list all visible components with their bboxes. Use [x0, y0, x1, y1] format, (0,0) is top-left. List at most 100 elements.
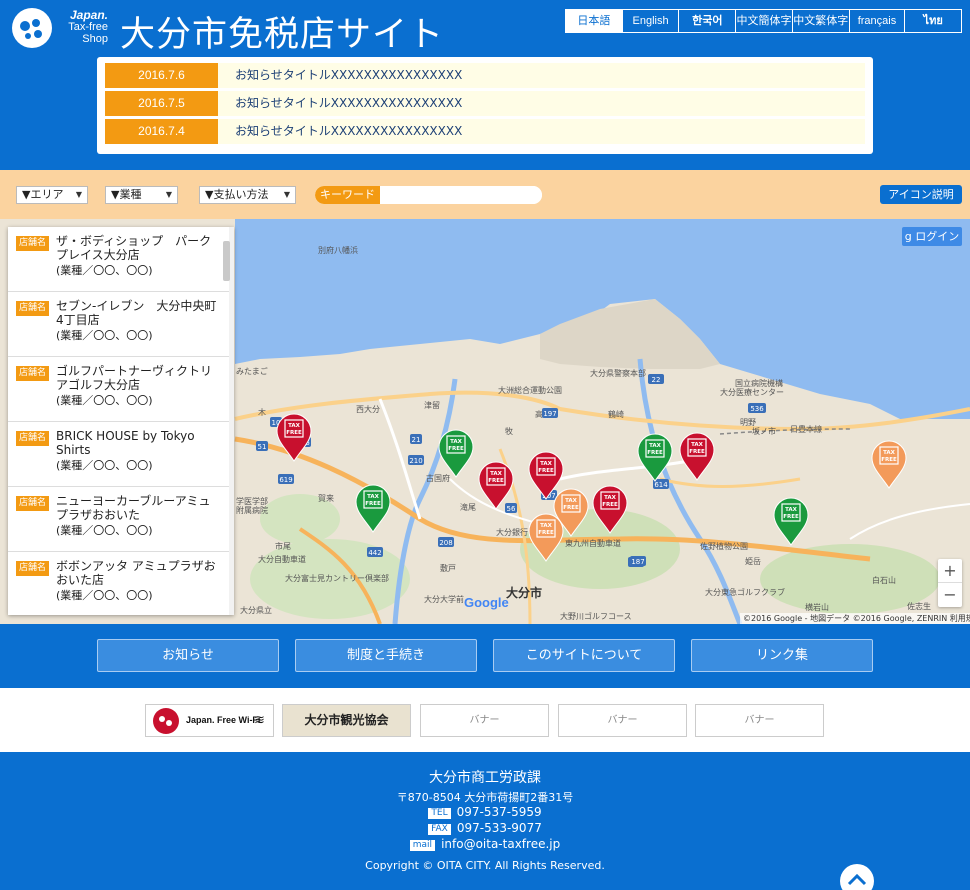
- taxfree-marker[interactable]: TAXFREE: [871, 440, 907, 489]
- shop-list-scrollbar[interactable]: [229, 227, 234, 615]
- road-number: 536: [750, 405, 764, 413]
- shop-name[interactable]: ゴルフパートナーヴィクトリアゴルフ大分店: [56, 364, 218, 392]
- keyword-input[interactable]: [380, 186, 542, 204]
- taxfree-marker[interactable]: TAXFREE: [438, 429, 474, 478]
- shop-name[interactable]: BRICK HOUSE by Tokyo Shirts: [56, 429, 218, 457]
- news-date: 2016.7.4: [105, 119, 218, 144]
- marker-label: TAX: [785, 507, 798, 513]
- news-item[interactable]: 2016.7.6 お知らせタイトルXXXXXXXXXXXXXXXX: [105, 63, 865, 88]
- news-title[interactable]: お知らせタイトルXXXXXXXXXXXXXXXX: [218, 63, 462, 88]
- taxfree-marker[interactable]: TAXFREE: [528, 451, 564, 500]
- icon-legend-button[interactable]: アイコン説明: [880, 185, 962, 204]
- chevron-up-icon: [847, 873, 867, 886]
- news-item[interactable]: 2016.7.4 お知らせタイトルXXXXXXXXXXXXXXXX: [105, 119, 865, 144]
- wifi-banner[interactable]: Japan. Free Wi-Fi ≋: [145, 704, 274, 737]
- zoom-out-button[interactable]: −: [938, 583, 962, 607]
- map-label: 佐志生: [907, 601, 931, 611]
- footer-mail: mail info@oita-taxfree.jp: [0, 837, 970, 851]
- shop-item[interactable]: 店舗名 BRICK HOUSE by Tokyo Shirts (業種／〇〇、〇…: [8, 422, 234, 487]
- marker-label: TAX: [691, 442, 704, 448]
- lang-ja[interactable]: 日本語: [566, 10, 622, 32]
- zoom-in-button[interactable]: +: [938, 559, 962, 583]
- google-logo: Google: [464, 595, 509, 610]
- shop-item[interactable]: 店舗名 ザ・ボディショップ パークプレイス大分店 (業種／〇〇、〇〇): [8, 227, 234, 292]
- site-header: Japan. Tax-free Shop 大分市免税店サイト 日本語 Engli…: [0, 0, 970, 170]
- nav-about[interactable]: このサイトについて: [493, 639, 675, 672]
- news-item[interactable]: 2016.7.5 お知らせタイトルXXXXXXXXXXXXXXXX: [105, 91, 865, 116]
- news-title[interactable]: お知らせタイトルXXXXXXXXXXXXXXXX: [218, 119, 462, 144]
- banner-placeholder[interactable]: バナー: [420, 704, 549, 737]
- marker-label: FREE: [602, 502, 618, 508]
- taxfree-marker[interactable]: TAXFREE: [773, 497, 809, 546]
- map-label: 大分富士見カントリー倶楽部: [285, 573, 389, 583]
- taxfree-marker[interactable]: TAXFREE: [679, 432, 715, 481]
- taxfree-marker[interactable]: TAXFREE: [478, 461, 514, 510]
- google-login-button[interactable]: g ログイン: [902, 227, 962, 246]
- map-label: 附属病院: [236, 505, 268, 515]
- map-label: 日豊本線: [790, 424, 822, 434]
- banner-placeholder[interactable]: バナー: [558, 704, 687, 737]
- area-select[interactable]: ▼エリア ▼: [16, 186, 88, 204]
- marker-label: TAX: [490, 471, 503, 477]
- scrollbar-thumb[interactable]: [223, 241, 230, 281]
- banner-placeholder[interactable]: バナー: [695, 704, 824, 737]
- footer-address: 〒870-8504 大分市荷揚町2番31号: [396, 791, 574, 804]
- chevron-down-icon: ▼: [283, 190, 290, 199]
- map-label: 津留: [424, 400, 440, 410]
- map-label: 市尾: [275, 541, 291, 551]
- shop-name[interactable]: ボボンアッタ アミュプラザおおいた店: [56, 559, 218, 587]
- map-label: 大分医療センター: [720, 387, 784, 397]
- shop-name[interactable]: セブン-イレブン 大分中央町4丁目店: [56, 299, 218, 327]
- mail-tag: mail: [409, 840, 436, 851]
- map-label: 坂ノ市: [752, 426, 776, 436]
- lang-zh-hans[interactable]: 中文簡体字: [735, 10, 792, 32]
- map-label: 大野川ゴルフコース: [560, 611, 632, 621]
- payment-select[interactable]: ▼支払い方法 ▼: [199, 186, 296, 204]
- news-date: 2016.7.5: [105, 91, 218, 116]
- main-nav: お知らせ 制度と手続き このサイトについて リンク集: [0, 624, 970, 688]
- road-number: 442: [368, 549, 381, 557]
- japan-logo-icon: [153, 708, 179, 734]
- category-select[interactable]: ▼業種 ▼: [105, 186, 178, 204]
- nav-links[interactable]: リンク集: [691, 639, 873, 672]
- shop-name[interactable]: ニューヨーカーブルーアミュプラザおおいた: [56, 494, 218, 522]
- keyword-search: キーワード: [315, 186, 542, 204]
- marker-label: TAX: [604, 495, 617, 501]
- tel-tag: TEL: [428, 808, 451, 819]
- chevron-down-icon: ▼: [165, 190, 172, 199]
- news-title[interactable]: お知らせタイトルXXXXXXXXXXXXXXXX: [218, 91, 462, 116]
- footer-tel: TEL 097-537-5959: [0, 805, 970, 819]
- marker-label: FREE: [881, 457, 897, 463]
- lang-en[interactable]: English: [621, 10, 679, 32]
- nav-system[interactable]: 制度と手続き: [295, 639, 477, 672]
- marker-label: TAX: [288, 423, 301, 429]
- lang-zh-hant[interactable]: 中文繁体字: [791, 10, 849, 32]
- shop-item[interactable]: 店舗名 ゴルフパートナーヴィクトリアゴルフ大分店 (業種／〇〇、〇〇): [8, 357, 234, 422]
- nav-news[interactable]: お知らせ: [97, 639, 279, 672]
- shop-category: (業種／〇〇、〇〇): [56, 264, 153, 277]
- shop-item[interactable]: 店舗名 ニューヨーカーブルーアミュプラザおおいた (業種／〇〇、〇〇): [8, 487, 234, 552]
- tourism-banner[interactable]: 大分市観光協会: [282, 704, 411, 737]
- marker-label: FREE: [448, 446, 464, 452]
- fax-tag: FAX: [428, 824, 451, 835]
- lang-fr[interactable]: français: [848, 10, 905, 32]
- shop-name-tag: 店舗名: [16, 561, 49, 576]
- map-label: 大分市: [506, 585, 542, 600]
- shop-item[interactable]: 店舗名 セブン-イレブン 大分中央町4丁目店 (業種／〇〇、〇〇): [8, 292, 234, 357]
- chevron-down-icon: ▼: [75, 190, 82, 199]
- lang-th[interactable]: ไทย: [904, 10, 962, 32]
- site-title[interactable]: 大分市免税店サイト: [120, 6, 444, 57]
- logo-icon[interactable]: [8, 6, 56, 50]
- marker-label: FREE: [563, 505, 579, 511]
- taxfree-marker[interactable]: TAXFREE: [276, 413, 312, 462]
- map-attribution[interactable]: ©2016 Google - 地図データ ©2016 Google, ZENRI…: [740, 613, 970, 624]
- lang-ko[interactable]: 한국어: [678, 10, 736, 32]
- shop-name[interactable]: ザ・ボディショップ パークプレイス大分店: [56, 234, 218, 262]
- taxfree-marker[interactable]: TAXFREE: [355, 484, 391, 533]
- news-date: 2016.7.6: [105, 63, 218, 88]
- road-number: 208: [439, 539, 452, 547]
- marker-label: FREE: [647, 450, 663, 456]
- shop-name-tag: 店舗名: [16, 236, 49, 251]
- back-to-top-button[interactable]: [840, 864, 874, 890]
- shop-item[interactable]: 店舗名 ボボンアッタ アミュプラザおおいた店 (業種／〇〇、〇〇): [8, 552, 234, 615]
